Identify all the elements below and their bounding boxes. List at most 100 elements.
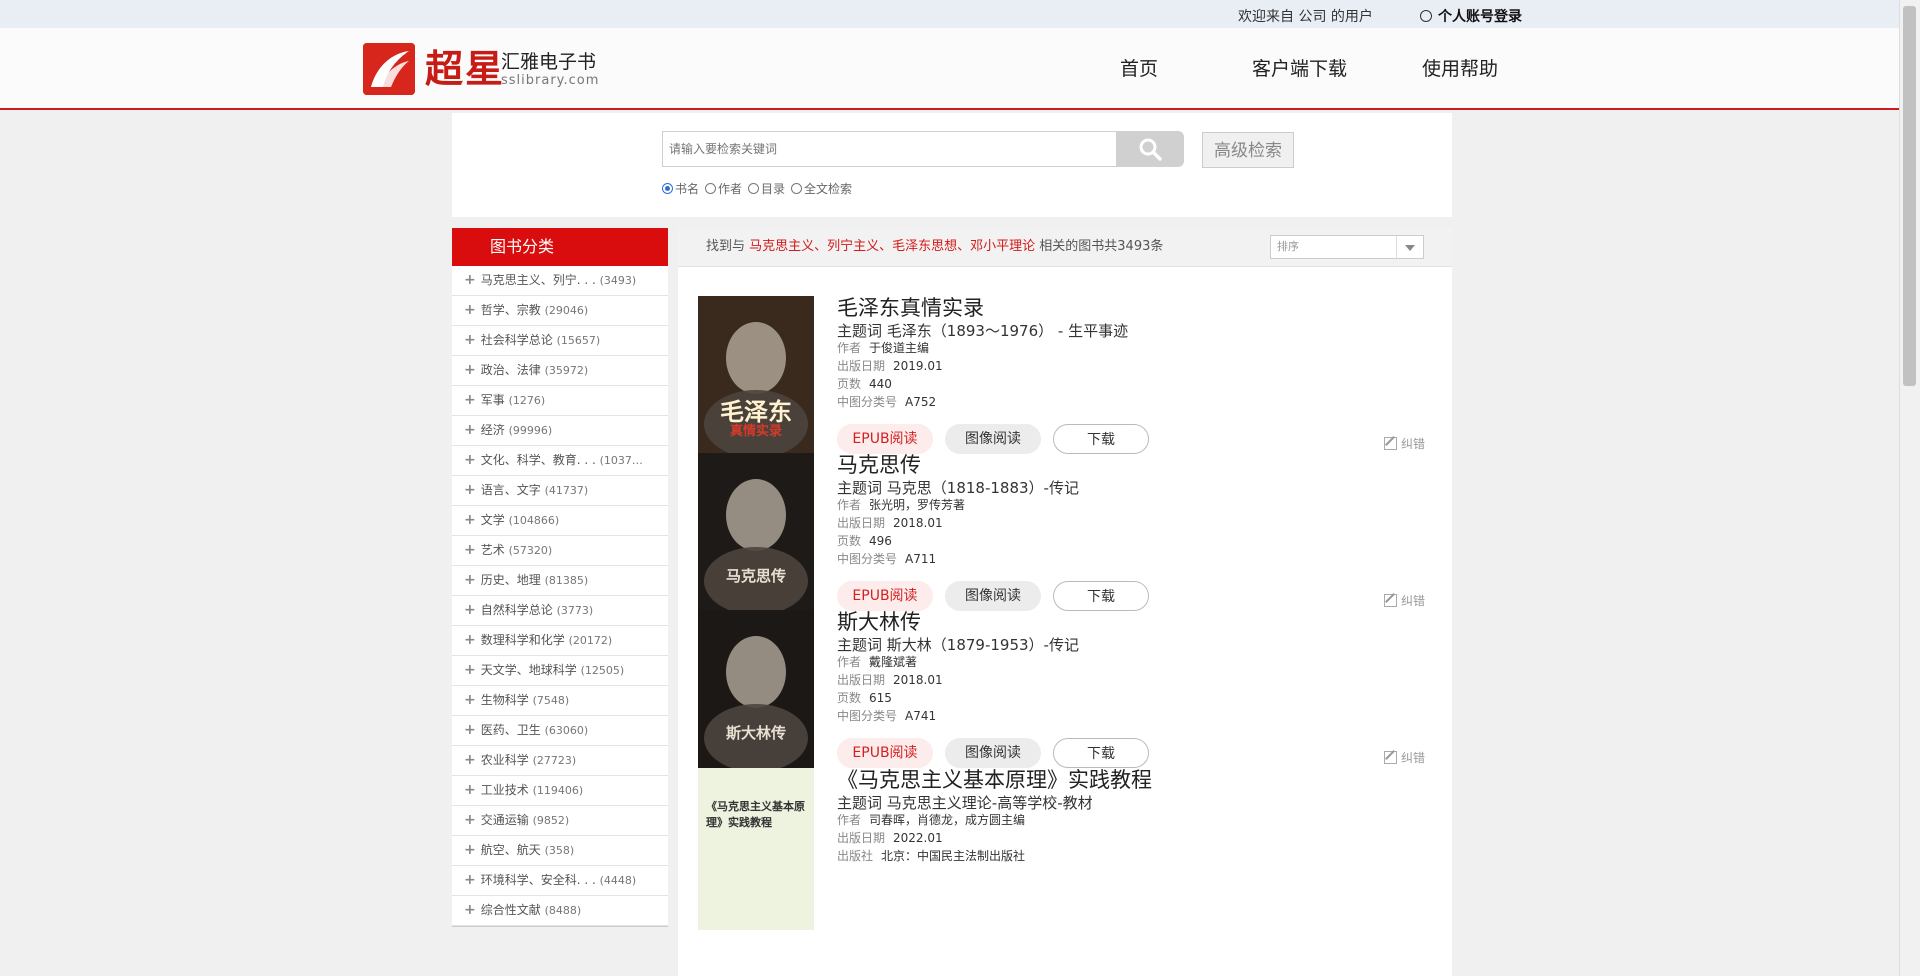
image-read-button[interactable]: 图像阅读 [945, 424, 1041, 454]
meta-value: 2018.01 [893, 673, 943, 687]
report-error-link[interactable]: 纠错 [1384, 592, 1425, 609]
category-item[interactable]: + 航空、航天 (358) [452, 836, 668, 866]
plus-icon[interactable]: + [464, 872, 476, 888]
plus-icon[interactable]: + [464, 422, 476, 438]
plus-icon[interactable]: + [464, 362, 476, 378]
plus-icon[interactable]: + [464, 602, 476, 618]
category-count: (1276) [508, 394, 546, 407]
search-button[interactable] [1116, 131, 1184, 167]
category-item[interactable]: + 社会科学总论 (15657) [452, 326, 668, 356]
plus-icon[interactable]: + [464, 812, 476, 828]
book-cover[interactable]: 毛泽东 真情实录 [698, 296, 814, 458]
plus-icon[interactable]: + [464, 272, 476, 288]
personal-login-link[interactable]: 个人账号登录 [1420, 6, 1522, 26]
plus-icon[interactable]: + [464, 752, 476, 768]
page-scrollbar[interactable] [1899, 0, 1920, 976]
category-item[interactable]: + 数理科学和化学 (20172) [452, 626, 668, 656]
plus-icon[interactable]: + [464, 692, 476, 708]
category-item[interactable]: + 综合性文献 (8488) [452, 896, 668, 926]
category-item[interactable]: + 工业技术 (119406) [452, 776, 668, 806]
report-error-link[interactable]: 纠错 [1384, 749, 1425, 766]
book-title[interactable]: 毛泽东真情实录 [837, 292, 984, 322]
sort-select[interactable]: 排序 [1270, 235, 1424, 259]
plus-icon[interactable]: + [464, 542, 476, 558]
plus-icon[interactable]: + [464, 842, 476, 858]
category-label: 经济 [480, 423, 505, 437]
category-item[interactable]: + 艺术 (57320) [452, 536, 668, 566]
radio-author[interactable]: 作者 [705, 180, 742, 197]
meta-row: 出版社 北京：中国民主法制出版社 [837, 847, 1025, 864]
radio-title[interactable]: 书名 [662, 180, 699, 197]
category-item[interactable]: + 军事 (1276) [452, 386, 668, 416]
category-item[interactable]: + 马克思主义、列宁. . . (3493) [452, 266, 668, 296]
plus-icon[interactable]: + [464, 512, 476, 528]
plus-icon[interactable]: + [464, 332, 476, 348]
category-item[interactable]: + 交通运输 (9852) [452, 806, 668, 836]
meta-row: 页数 615 [837, 689, 892, 706]
category-item[interactable]: + 自然科学总论 (3773) [452, 596, 668, 626]
image-read-button[interactable]: 图像阅读 [945, 581, 1041, 611]
meta-value: A711 [905, 552, 937, 566]
nav-client-download[interactable]: 客户端下载 [1252, 54, 1347, 81]
plus-icon[interactable]: + [464, 452, 476, 468]
meta-key: 作者 [837, 813, 862, 827]
category-item[interactable]: + 环境科学、安全科. . . (4448) [452, 866, 668, 896]
search-input[interactable] [662, 131, 1116, 167]
book-title[interactable]: 斯大林传 [837, 606, 921, 636]
category-item[interactable]: + 语言、文字 (41737) [452, 476, 668, 506]
category-item[interactable]: + 政治、法律 (35972) [452, 356, 668, 386]
category-count: (119406) [532, 784, 584, 797]
category-label: 政治、法律 [480, 363, 541, 377]
plus-icon[interactable]: + [464, 662, 476, 678]
download-button[interactable]: 下载 [1053, 424, 1149, 454]
meta-value: 于俊道主编 [869, 341, 930, 355]
book-cover[interactable]: 斯大林传 [698, 610, 814, 772]
category-item[interactable]: + 天文学、地球科学 (12505) [452, 656, 668, 686]
category-item[interactable]: + 历史、地理 (81385) [452, 566, 668, 596]
category-item[interactable]: + 农业科学 (27723) [452, 746, 668, 776]
plus-icon[interactable]: + [464, 392, 476, 408]
category-item[interactable]: + 医药、卫生 (63060) [452, 716, 668, 746]
category-count: (27723) [532, 754, 577, 767]
meta-row: 页数 496 [837, 532, 892, 549]
chevron-down-icon[interactable] [1396, 236, 1423, 258]
category-item[interactable]: + 经济 (99996) [452, 416, 668, 446]
book-cover[interactable]: 《马克思主义基本原理》实践教程 [698, 768, 814, 930]
category-count: (29046) [544, 304, 589, 317]
plus-icon[interactable]: + [464, 722, 476, 738]
book-item: 《马克思主义基本原理》实践教程 《马克思主义基本原理》实践教程 主题词 马克思主义理… [698, 768, 1438, 938]
result-keywords[interactable]: 马克思主义、列宁主义、毛泽东思想、邓小平理论 [749, 239, 1035, 254]
plus-icon[interactable]: + [464, 572, 476, 588]
category-item[interactable]: + 文学 (104866) [452, 506, 668, 536]
scrollbar-thumb[interactable] [1903, 6, 1916, 386]
book-title[interactable]: 《马克思主义基本原理》实践教程 [837, 764, 1152, 794]
plus-icon[interactable]: + [464, 782, 476, 798]
meta-value: 615 [869, 691, 892, 705]
radio-toc[interactable]: 目录 [748, 180, 785, 197]
book-title[interactable]: 马克思传 [837, 449, 921, 479]
category-count: (99996) [508, 424, 553, 437]
meta-row: 出版日期 2022.01 [837, 829, 943, 846]
plus-icon[interactable]: + [464, 482, 476, 498]
download-button[interactable]: 下载 [1053, 581, 1149, 611]
book-cover[interactable]: 马克思传 [698, 453, 814, 615]
subject-key: 主题词 [837, 322, 883, 340]
category-count: (358) [544, 844, 575, 857]
subject-value: 斯大林（1879-1953）-传记 [886, 636, 1079, 654]
plus-icon[interactable]: + [464, 632, 476, 648]
book-item: 毛泽东 真情实录 毛泽东真情实录 主题词 毛泽东（1893～1976） - 生平事迹作… [698, 296, 1438, 466]
meta-value: 张光明，罗传芳著 [869, 498, 966, 512]
nav-help[interactable]: 使用帮助 [1422, 54, 1498, 81]
radio-fulltext[interactable]: 全文检索 [791, 180, 852, 197]
nav-home[interactable]: 首页 [1120, 54, 1158, 81]
plus-icon[interactable]: + [464, 302, 476, 318]
book-item: 斯大林传 斯大林传 主题词 斯大林（1879-1953）-传记 作者 戴隆斌著 出版日期 2… [698, 610, 1438, 780]
category-item[interactable]: + 生物科学 (7548) [452, 686, 668, 716]
advanced-search-button[interactable]: 高级检索 [1202, 132, 1294, 168]
category-label: 生物科学 [480, 693, 529, 707]
category-item[interactable]: + 哲学、宗教 (29046) [452, 296, 668, 326]
category-count: (9852) [532, 814, 570, 827]
report-error-link[interactable]: 纠错 [1384, 435, 1425, 452]
category-item[interactable]: + 文化、科学、教育. . . (1037… [452, 446, 668, 476]
plus-icon[interactable]: + [464, 902, 476, 918]
